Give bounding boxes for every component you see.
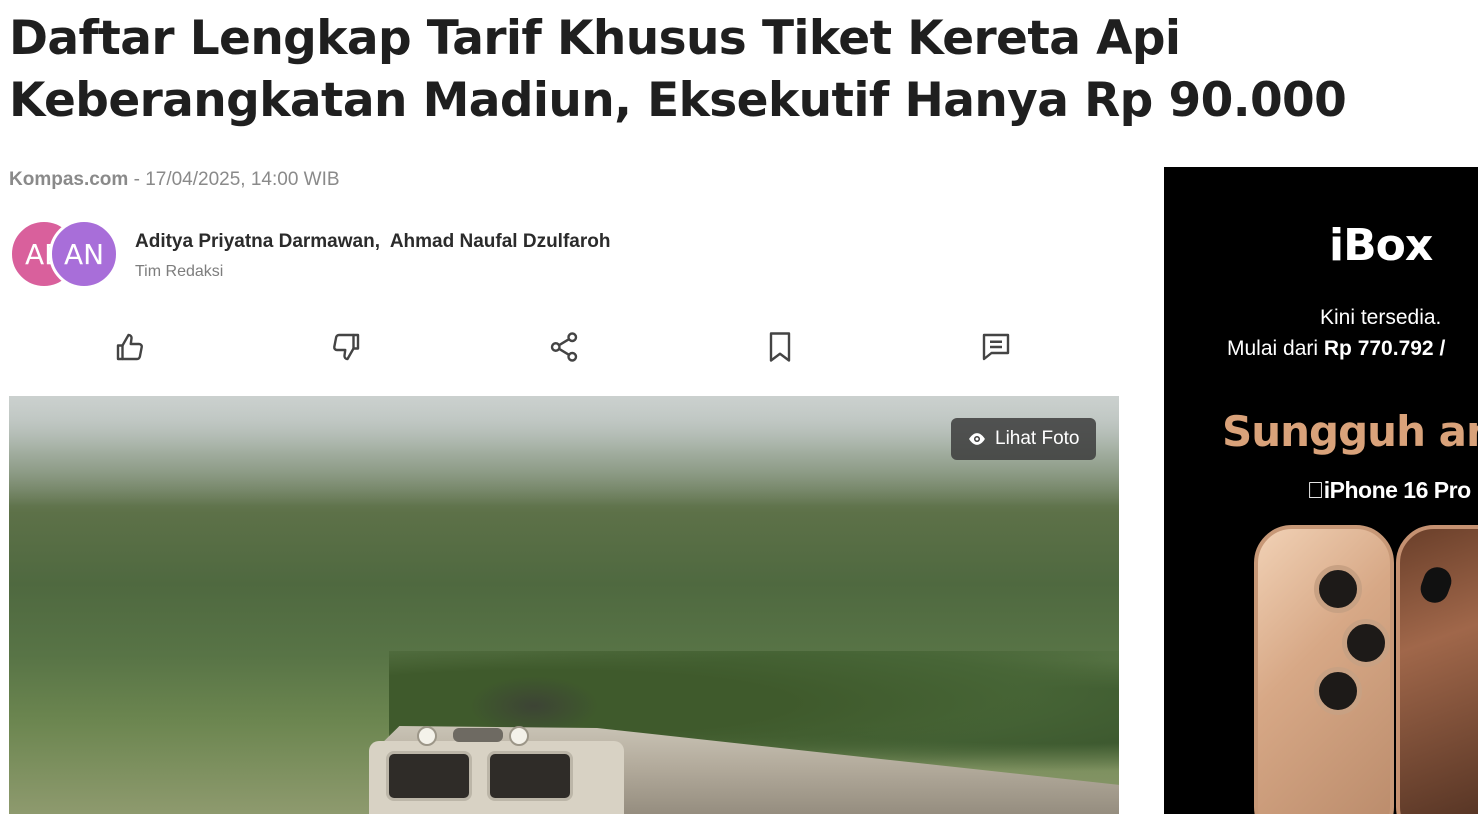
eye-icon <box>969 433 985 445</box>
apple-icon:  <box>1307 477 1324 503</box>
locomotive-lamp <box>417 726 437 746</box>
locomotive-window <box>487 751 573 801</box>
like-button[interactable] <box>108 325 152 369</box>
thumbs-down-icon <box>333 333 360 361</box>
share-icon <box>550 332 578 362</box>
ad-tagline: Sungguh an <box>1222 407 1478 456</box>
locomotive-horn <box>453 728 503 742</box>
bookmark-button[interactable] <box>758 325 802 369</box>
article-title: Daftar Lengkap Tarif Khusus Tiket Kereta… <box>9 11 1347 128</box>
meta-separator: - <box>128 169 146 190</box>
avatar[interactable]: AN <box>49 219 119 289</box>
article-meta: Kompas.com - 17/04/2025, 14:00 WIB <box>9 169 340 191</box>
author-team: Tim Redaksi <box>135 263 224 280</box>
dislike-button[interactable] <box>324 325 368 369</box>
article-action-bar <box>9 325 1119 370</box>
ad-model: iPhone 16 Pro <box>1307 477 1471 504</box>
camera-lens <box>1314 565 1362 613</box>
ad-banner[interactable]: iBox Kini tersedia. Mulai dari Rp 770.79… <box>1164 167 1478 814</box>
ad-line2: Mulai dari Rp 770.792 / <box>1227 337 1445 361</box>
share-button[interactable] <box>542 325 586 369</box>
ad-brand: iBox <box>1329 220 1433 271</box>
view-photo-label: Lihat Foto <box>995 428 1080 449</box>
hero-photo[interactable]: Lihat Foto <box>9 396 1119 814</box>
comment-icon <box>982 333 1010 361</box>
ad-price: Rp 770.792 / <box>1323 337 1446 360</box>
locomotive-lamp <box>509 726 529 746</box>
camera-lens <box>1314 667 1362 715</box>
camera-lens <box>1342 619 1390 667</box>
view-photo-button[interactable]: Lihat Foto <box>951 418 1096 460</box>
bookmark-icon <box>769 332 791 362</box>
author-block: AD AN Aditya Priyatna Darmawan, Ahmad Na… <box>9 219 709 291</box>
publish-datetime: 17/04/2025, 14:00 WIB <box>145 169 340 190</box>
author-names[interactable]: Aditya Priyatna Darmawan, Ahmad Naufal D… <box>135 231 610 253</box>
ad-line1: Kini tersedia. <box>1320 306 1442 329</box>
comment-button[interactable] <box>974 325 1018 369</box>
source-link[interactable]: Kompas.com <box>9 169 128 190</box>
ad-model-label: iPhone 16 Pro <box>1307 477 1471 503</box>
locomotive-window <box>386 751 472 801</box>
ad-line2-prefix: Mulai dari <box>1227 337 1324 360</box>
thumbs-up-icon <box>116 333 143 361</box>
